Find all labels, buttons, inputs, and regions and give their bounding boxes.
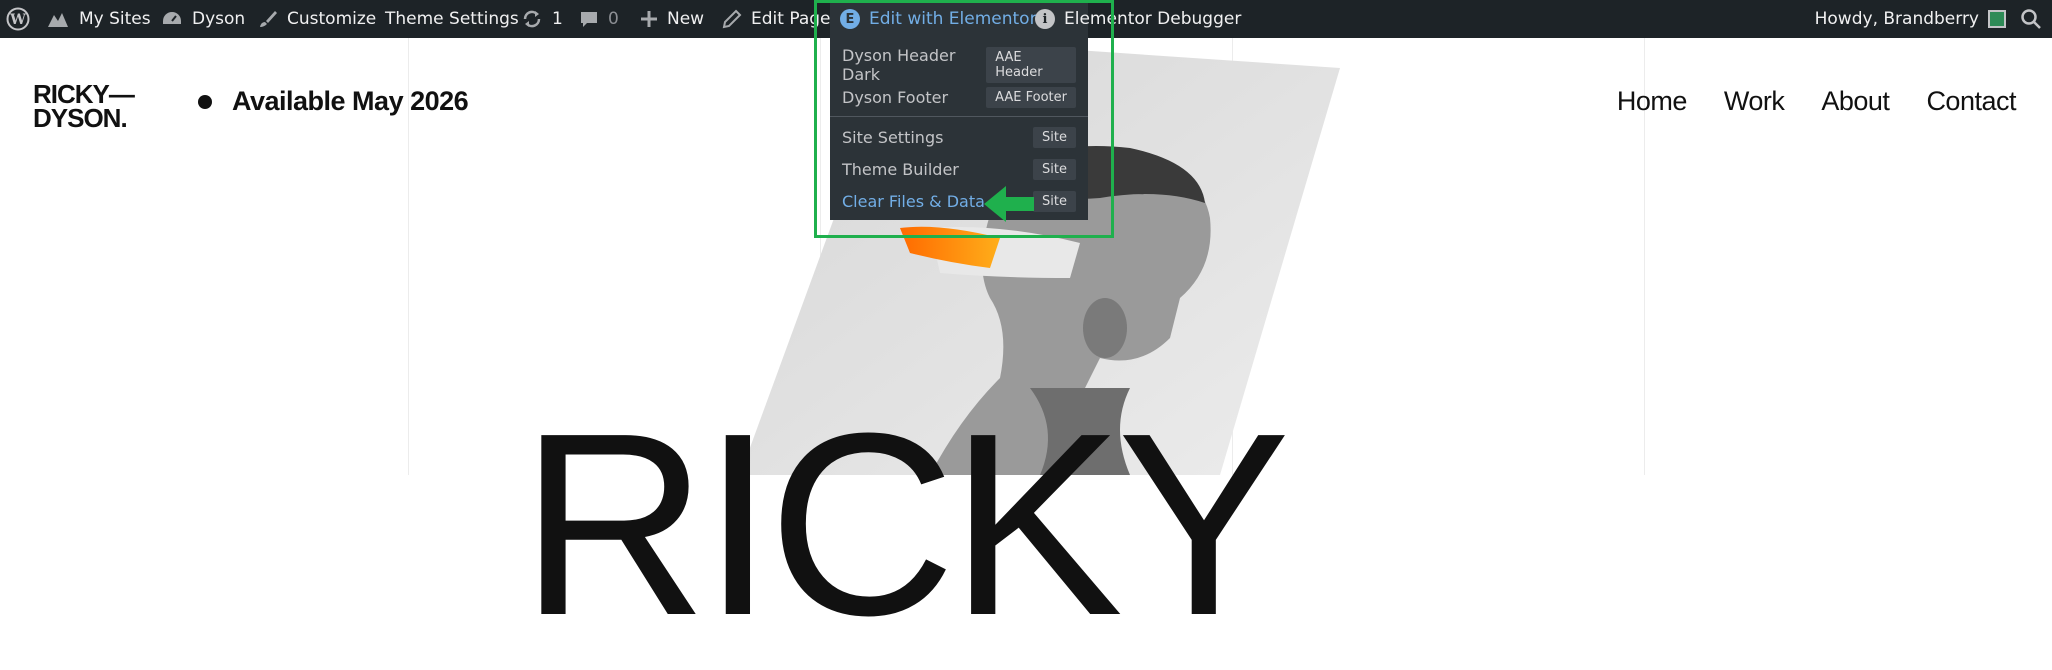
status-dot-icon: [198, 94, 212, 109]
elementor-dropdown-menu: Dyson Header Dark AAE Header Dyson Foote…: [830, 38, 1088, 220]
site-logo[interactable]: RICKY— DYSON.: [33, 81, 135, 133]
svg-text:W: W: [9, 12, 26, 28]
edit-with-elementor-label: Edit with Elementor: [869, 9, 1037, 29]
theme-settings-link[interactable]: Theme Settings: [385, 0, 519, 38]
nav-contact[interactable]: Contact: [1926, 86, 2016, 117]
elementor-debugger-label: Elementor Debugger: [1064, 9, 1242, 29]
menu-item-dyson-footer[interactable]: Dyson Footer AAE Footer: [830, 83, 1088, 111]
menu-item-site-settings[interactable]: Site Settings Site: [830, 123, 1088, 151]
logo-line: DYSON.: [33, 103, 128, 133]
template-type-badge: AAE Footer: [986, 86, 1076, 108]
site-name-label: Dyson: [192, 9, 246, 29]
howdy-label: Howdy, Brandberry: [1814, 9, 1979, 29]
nav-home[interactable]: Home: [1617, 86, 1688, 117]
template-type-badge: Site: [1033, 158, 1076, 180]
availability-status: Available May 2026: [198, 86, 469, 117]
menu-item-label: Clear Files & Data: [842, 191, 985, 211]
new-content-menu[interactable]: New: [640, 0, 704, 38]
elementor-icon: E: [840, 9, 860, 29]
plus-icon: [641, 11, 657, 27]
theme-settings-label: Theme Settings: [385, 9, 519, 29]
annotation-arrow-icon: [984, 186, 1034, 222]
brush-icon: [260, 11, 277, 27]
menu-divider: [830, 116, 1088, 117]
menu-item-label: Dyson Footer: [842, 87, 949, 107]
menu-item-label: Theme Builder: [842, 159, 959, 179]
elementor-debugger-link[interactable]: i Elementor Debugger: [1035, 0, 1241, 38]
my-sites-menu[interactable]: My Sites: [46, 0, 151, 38]
wp-admin-bar: W My Sites Dyson Customize Theme Setting…: [0, 0, 2052, 38]
updates-count: 1: [552, 9, 563, 29]
main-navigation: Home Work About Contact: [1617, 86, 2017, 117]
info-icon: i: [1035, 9, 1055, 29]
template-type-badge: AAE Header: [986, 47, 1076, 83]
search-icon[interactable]: [2020, 0, 2042, 38]
edit-page-label: Edit Page: [751, 9, 831, 29]
nav-about[interactable]: About: [1821, 86, 1890, 117]
updates-link[interactable]: 1: [521, 0, 563, 38]
menu-item-label: Site Settings: [842, 127, 944, 147]
pencil-icon: [722, 9, 742, 29]
customize-link[interactable]: Customize: [258, 0, 376, 38]
menu-item-theme-builder[interactable]: Theme Builder Site: [830, 155, 1088, 183]
menu-item-clear-files-data[interactable]: Clear Files & Data Site: [830, 187, 1088, 215]
edit-page-link[interactable]: Edit Page: [722, 0, 830, 38]
template-type-badge: Site: [1033, 190, 1076, 212]
comment-icon: [581, 12, 597, 27]
comments-count: 0: [608, 9, 619, 29]
dashboard-icon: [163, 12, 181, 24]
menu-item-label: Dyson Header Dark: [842, 46, 956, 84]
avatar: [1988, 10, 2006, 28]
menu-item-dyson-header-dark[interactable]: Dyson Header Dark AAE Header: [830, 46, 1088, 84]
my-sites-icon: [48, 13, 68, 27]
wordpress-logo-icon[interactable]: W: [6, 0, 30, 38]
comments-link[interactable]: 0: [579, 0, 619, 38]
template-type-badge: Site: [1033, 126, 1076, 148]
my-account-menu[interactable]: Howdy, Brandberry: [1815, 0, 2006, 38]
updates-icon: [523, 10, 541, 28]
new-label: New: [667, 9, 705, 29]
hero-heading: RICKY: [520, 380, 1291, 670]
my-sites-label: My Sites: [79, 9, 151, 29]
customize-label: Customize: [287, 9, 377, 29]
nav-work[interactable]: Work: [1724, 86, 1785, 117]
availability-label: Available May 2026: [232, 86, 469, 116]
site-name-menu[interactable]: Dyson: [161, 0, 245, 38]
